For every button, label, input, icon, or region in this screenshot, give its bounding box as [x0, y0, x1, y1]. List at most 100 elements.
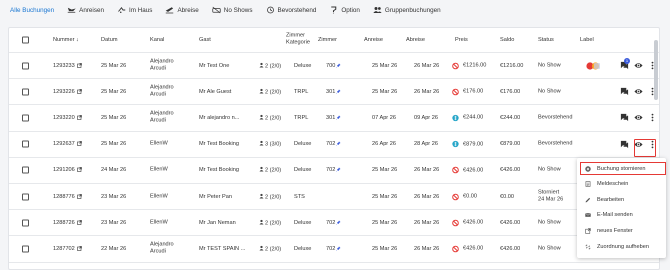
arrival-date: 25 Mar 26	[372, 88, 398, 95]
tab-abreise[interactable]: Abreise	[165, 6, 199, 14]
tab-bevorstehend[interactable]: Bevorstehend	[266, 6, 316, 14]
open-link-icon[interactable]	[76, 167, 82, 173]
booking-number[interactable]: 1293226	[53, 89, 82, 95]
status-text: Storniert	[538, 189, 560, 196]
menu-item-zuordnung-aufheben[interactable]: Zuordnung aufheben	[577, 240, 666, 253]
row-actions-menu: Buchung stornieren Meldeschein Bearbeiten E…	[577, 158, 666, 258]
tab-alle-buchungen[interactable]: Alle Buchungen	[10, 7, 54, 14]
pin-icon	[336, 63, 341, 68]
table-row[interactable]: 1293220 25 Mar 26 Alejandro Arcudi Mr alejan…	[9, 105, 659, 132]
persons-count: 2 (2/0)	[265, 89, 282, 96]
column-header-label: Label	[580, 37, 594, 43]
persons: 2 (2/0)	[259, 88, 281, 95]
tab-bar: Alle Buchungen Anreisen Im Haus Abreise No S…	[0, 0, 670, 20]
booking-number[interactable]: 1292637	[53, 141, 82, 147]
chat-icon[interactable]	[619, 113, 629, 123]
booking-date: 25 Mar 26	[101, 114, 127, 121]
guest-name: Mr Test Booking	[199, 141, 240, 148]
column-header-nummer[interactable]: Nummer ↓	[53, 37, 79, 43]
chat-icon[interactable]	[619, 139, 629, 149]
guest-name: Mr alejandro n...	[199, 114, 240, 121]
row-checkbox[interactable]	[22, 140, 29, 148]
row-checkbox[interactable]	[22, 62, 29, 70]
open-link-icon[interactable]	[76, 246, 82, 251]
open-link-icon[interactable]	[76, 193, 82, 199]
chat-icon[interactable]: 1	[619, 57, 630, 71]
table-row[interactable]: 1288776 23 Mar 26 EllenW Mr Peter Pan 2 (2/0…	[9, 184, 659, 211]
booking-number-text: 1288776	[53, 193, 75, 200]
arrival-date: 25 Mar 26	[372, 167, 398, 174]
booking-number[interactable]: 1291206	[53, 167, 82, 173]
row-checkbox[interactable]	[22, 88, 29, 96]
scrollbar[interactable]	[654, 40, 658, 100]
booking-number-text: 1292637	[53, 141, 75, 148]
menu-item-neues-fenster[interactable]: neues Fenster	[577, 224, 666, 237]
eye-icon[interactable]	[633, 113, 643, 123]
status-text: No Show	[538, 245, 561, 252]
row-checkbox[interactable]	[22, 114, 29, 122]
persons: 3 (3/0)	[259, 141, 281, 148]
persons: 2 (2/0)	[259, 219, 281, 226]
menu-item-meldeschein[interactable]: Meldeschein	[577, 178, 666, 191]
payment-blocked-icon	[452, 167, 459, 174]
booking-number[interactable]: 1287702	[53, 246, 82, 252]
pin-icon	[336, 141, 341, 146]
channel-line-2: Arcudi	[150, 248, 166, 255]
row-checkbox[interactable]	[22, 245, 29, 253]
status: Storniert 24 Mar 26	[538, 189, 563, 204]
booking-number[interactable]: 1288726	[53, 220, 82, 226]
menu-item-bearbeiten[interactable]: Bearbeiten	[577, 193, 666, 206]
table-row[interactable]: 1287702 22 Mar 26 Alejandro Arcudi Mr TEST S…	[9, 236, 659, 263]
row-checkbox[interactable]	[22, 193, 29, 201]
open-link-icon[interactable]	[76, 62, 82, 68]
departure-date: 26 Mar 26	[414, 167, 440, 174]
eye-icon[interactable]	[633, 61, 643, 71]
row-checkbox[interactable]	[22, 219, 29, 227]
price: €176.00	[452, 88, 483, 96]
tab-im-haus[interactable]: Im Haus	[117, 6, 152, 14]
table-row[interactable]: 1293226 25 Mar 26 Alejandro Arcudi Mr Ale Gu…	[9, 79, 659, 106]
select-all-checkbox[interactable]	[22, 36, 29, 44]
tab-anreisen[interactable]: Anreisen	[67, 6, 104, 14]
booking-number[interactable]: 1293220	[53, 115, 82, 121]
column-header-zimmer-kategorie: Zimmer Kategorie	[286, 32, 310, 46]
room-number: 702	[326, 141, 341, 147]
open-link-icon[interactable]	[76, 219, 82, 225]
tab-option[interactable]: Option	[329, 6, 360, 14]
table-header: Nummer ↓ Datum Kanal Gast Zimmer Kategori…	[9, 28, 659, 53]
table-row[interactable]: 1288726 23 Mar 26 EllenW Mr Jan Neman 2 (2/0…	[9, 210, 659, 237]
unlink-icon	[585, 244, 591, 250]
booking-number[interactable]: 1293233	[53, 63, 82, 69]
tab-label: Gruppenbuchungen	[384, 6, 441, 14]
eye-icon[interactable]	[633, 87, 643, 97]
booking-number[interactable]: 1288776	[53, 194, 82, 200]
room-number-text: 702	[326, 141, 336, 148]
persons-count: 2 (2/0)	[265, 167, 282, 174]
room-number: 702	[326, 167, 341, 173]
chat-icon[interactable]	[619, 87, 629, 97]
booking-date: 25 Mar 26	[101, 141, 127, 148]
persons-count: 2 (2/0)	[265, 115, 282, 122]
open-link-icon[interactable]	[76, 88, 82, 94]
tab-gruppenbuchungen[interactable]: Gruppenbuchungen	[373, 6, 441, 14]
person-icon	[259, 193, 264, 200]
person-icon	[259, 141, 264, 148]
guest-name: Mr Test Booking	[199, 167, 240, 174]
menu-item-label: Bearbeiten	[597, 196, 625, 203]
tab-no-shows[interactable]: No Shows	[212, 6, 253, 14]
column-header-preis: Preis	[455, 37, 468, 43]
open-link-icon[interactable]	[76, 115, 82, 120]
table-row[interactable]: 1293233 25 Mar 26 Alejandro Arcudi Mr Test O…	[9, 53, 659, 80]
menu-item-buchung-stornieren[interactable]: Buchung stornieren	[580, 162, 666, 175]
column-header-saldo: Saldo	[500, 37, 515, 43]
more-vertical-icon[interactable]	[647, 113, 657, 123]
table-row[interactable]: 1291206 24 Mar 26 EllenW Mr Test Booking 2 (…	[9, 158, 659, 184]
channel: EllenW	[150, 167, 168, 174]
table-row[interactable]: 1292637 25 Mar 26 EllenW Mr Test Booking 3 (…	[9, 132, 659, 158]
open-link-icon[interactable]	[76, 141, 82, 147]
row-checkbox[interactable]	[22, 166, 29, 174]
menu-item-e-mail-senden[interactable]: E-Mail senden	[577, 209, 666, 222]
status: No Show	[538, 219, 561, 226]
channel: EllenW	[150, 193, 168, 200]
booking-date: 22 Mar 26	[101, 245, 127, 252]
